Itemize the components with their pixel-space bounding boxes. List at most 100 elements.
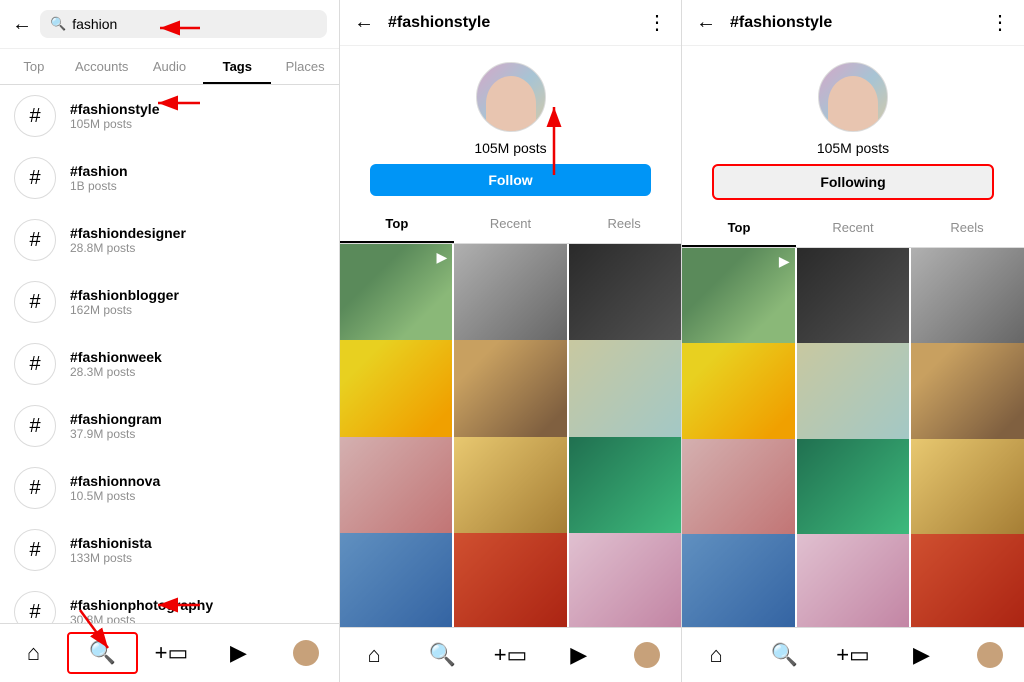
right-profile-area: 105M posts Following bbox=[682, 46, 1024, 210]
tag-name: #fashiondesigner bbox=[70, 225, 186, 241]
mid-nav-profile[interactable] bbox=[613, 636, 681, 674]
mid-more-button[interactable]: ⋮ bbox=[647, 10, 667, 35]
right-back-button[interactable]: ← bbox=[696, 11, 716, 34]
mid-back-button[interactable]: ← bbox=[354, 11, 374, 34]
mid-title: #fashionstyle bbox=[388, 14, 633, 32]
right-nav-home[interactable]: ⌂ bbox=[682, 636, 750, 674]
list-item[interactable]: # #fashiondesigner 28.8M posts bbox=[0, 209, 339, 271]
list-item[interactable]: # #fashionista 133M posts bbox=[0, 519, 339, 581]
right-posts-count: 105M posts bbox=[817, 140, 889, 156]
nav-home[interactable]: ⌂ bbox=[0, 632, 67, 674]
right-tab-recent[interactable]: Recent bbox=[796, 210, 910, 247]
mid-bottom-nav: ⌂ 🔍 +▭ ▶ bbox=[340, 627, 681, 682]
search-input[interactable] bbox=[72, 16, 317, 32]
right-tab-reels[interactable]: Reels bbox=[910, 210, 1024, 247]
hashtag-icon: # bbox=[14, 219, 56, 261]
avatar bbox=[977, 642, 1003, 668]
nav-add[interactable]: +▭ bbox=[138, 632, 205, 674]
photo-cell[interactable] bbox=[911, 534, 1024, 627]
tab-accounts[interactable]: Accounts bbox=[68, 49, 136, 84]
list-item[interactable]: # #fashionblogger 162M posts bbox=[0, 271, 339, 333]
tag-name: #fashionblogger bbox=[70, 287, 179, 303]
mid-nav-reels[interactable]: ▶ bbox=[545, 636, 613, 674]
list-item[interactable]: # #fashiongram 37.9M posts bbox=[0, 395, 339, 457]
list-item[interactable]: # #fashionnova 10.5M posts bbox=[0, 457, 339, 519]
tag-name: #fashionnova bbox=[70, 473, 160, 489]
tag-posts: 10.5M posts bbox=[70, 489, 160, 503]
right-avatar bbox=[818, 62, 888, 132]
reels-icon: ▶ bbox=[913, 642, 930, 668]
right-tab-top[interactable]: Top bbox=[682, 210, 796, 247]
mid-nav-search[interactable]: 🔍 bbox=[408, 636, 476, 674]
photo-cell[interactable] bbox=[569, 533, 681, 627]
photo-cell[interactable] bbox=[454, 533, 566, 627]
tag-list: # #fashionstyle 105M posts # #fashion 1B… bbox=[0, 85, 339, 623]
tab-audio[interactable]: Audio bbox=[136, 49, 204, 84]
hashtag-icon: # bbox=[14, 591, 56, 623]
right-more-button[interactable]: ⋮ bbox=[990, 10, 1010, 35]
nav-reels[interactable]: ▶ bbox=[205, 632, 272, 674]
left-panel: ← 🔍 Top Accounts Audio Tags Places # #fa… bbox=[0, 0, 340, 682]
right-nav-search[interactable]: 🔍 bbox=[750, 636, 818, 674]
reels-icon: ▶ bbox=[570, 642, 587, 668]
tag-name: #fashionweek bbox=[70, 349, 162, 365]
avatar bbox=[634, 642, 660, 668]
mid-tab-reels[interactable]: Reels bbox=[567, 206, 681, 243]
list-item[interactable]: # #fashionstyle 105M posts bbox=[0, 85, 339, 147]
video-badge: ▶ bbox=[437, 249, 448, 266]
search-nav-icon: 🔍 bbox=[89, 640, 116, 666]
follow-button[interactable]: Follow bbox=[370, 164, 652, 196]
tag-name: #fashionista bbox=[70, 535, 152, 551]
tab-tags[interactable]: Tags bbox=[203, 49, 271, 84]
hashtag-icon: # bbox=[14, 157, 56, 199]
photo-cell[interactable] bbox=[797, 534, 910, 627]
bottom-nav: ⌂ 🔍 +▭ ▶ bbox=[0, 623, 339, 682]
nav-search[interactable]: 🔍 bbox=[67, 632, 138, 674]
mid-nav-add[interactable]: +▭ bbox=[476, 636, 544, 674]
right-panel: ← #fashionstyle ⋮ 105M posts Following T… bbox=[682, 0, 1024, 682]
back-button[interactable]: ← bbox=[12, 13, 32, 36]
right-title: #fashionstyle bbox=[730, 14, 976, 32]
search-input-wrap[interactable]: 🔍 bbox=[40, 10, 327, 38]
add-icon: +▭ bbox=[836, 642, 870, 668]
mid-tab-top[interactable]: Top bbox=[340, 206, 454, 243]
tag-name: #fashiongram bbox=[70, 411, 162, 427]
following-button[interactable]: Following bbox=[712, 164, 995, 200]
tag-posts: 28.3M posts bbox=[70, 365, 162, 379]
hashtag-icon: # bbox=[14, 95, 56, 137]
mid-photo-grid: ▶ bbox=[340, 244, 681, 627]
right-nav-profile[interactable] bbox=[956, 636, 1024, 674]
tab-places[interactable]: Places bbox=[271, 49, 339, 84]
hashtag-icon: # bbox=[14, 281, 56, 323]
mid-content-tabs: Top Recent Reels bbox=[340, 206, 681, 244]
mid-header: ← #fashionstyle ⋮ bbox=[340, 0, 681, 46]
home-icon: ⌂ bbox=[367, 642, 380, 668]
avatar bbox=[293, 640, 319, 666]
right-nav-add[interactable]: +▭ bbox=[819, 636, 887, 674]
nav-profile[interactable] bbox=[272, 632, 339, 674]
photo-cell[interactable] bbox=[340, 533, 452, 627]
search-nav-icon: 🔍 bbox=[429, 642, 456, 668]
hashtag-icon: # bbox=[14, 343, 56, 385]
add-icon: +▭ bbox=[155, 640, 189, 666]
mid-tab-recent[interactable]: Recent bbox=[454, 206, 568, 243]
nav-tabs: Top Accounts Audio Tags Places bbox=[0, 49, 339, 85]
tag-posts: 105M posts bbox=[70, 117, 159, 131]
right-nav-reels[interactable]: ▶ bbox=[887, 636, 955, 674]
right-content-tabs: Top Recent Reels bbox=[682, 210, 1024, 248]
list-item[interactable]: # #fashionweek 28.3M posts bbox=[0, 333, 339, 395]
search-bar: ← 🔍 bbox=[0, 0, 339, 49]
right-photo-grid: ▶ bbox=[682, 248, 1024, 627]
tag-posts: 28.8M posts bbox=[70, 241, 186, 255]
tag-posts: 37.9M posts bbox=[70, 427, 162, 441]
tab-top[interactable]: Top bbox=[0, 49, 68, 84]
list-item[interactable]: # #fashion 1B posts bbox=[0, 147, 339, 209]
photo-cell[interactable] bbox=[682, 534, 795, 627]
hashtag-icon: # bbox=[14, 467, 56, 509]
list-item[interactable]: # #fashionphotography 30.8M posts bbox=[0, 581, 339, 623]
tag-posts: 133M posts bbox=[70, 551, 152, 565]
home-icon: ⌂ bbox=[710, 642, 723, 668]
hashtag-icon: # bbox=[14, 529, 56, 571]
search-icon: 🔍 bbox=[50, 16, 66, 32]
mid-nav-home[interactable]: ⌂ bbox=[340, 636, 408, 674]
